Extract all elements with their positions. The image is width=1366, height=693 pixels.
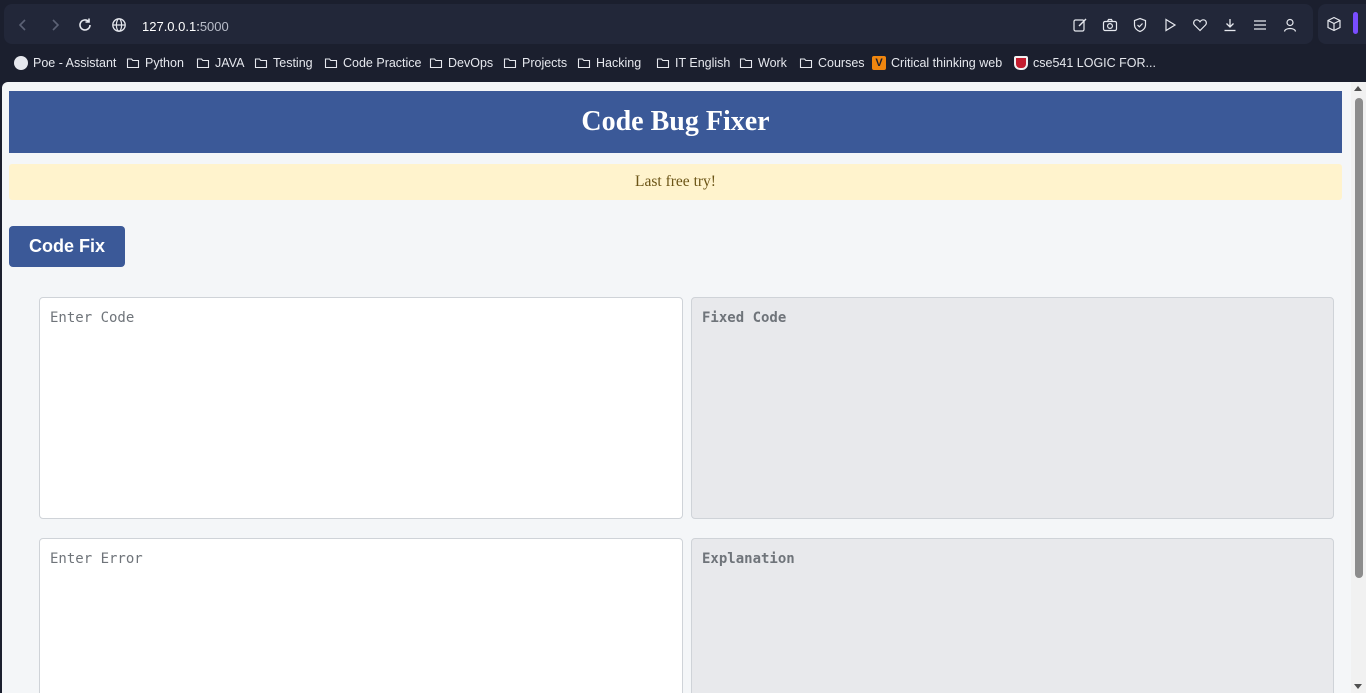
bookmark-label: Testing xyxy=(273,56,313,70)
address-bar-container: 127.0.0.1:5000 xyxy=(4,4,1313,44)
heart-icon[interactable] xyxy=(1192,17,1208,33)
fixed-code-output[interactable] xyxy=(691,297,1334,519)
play-icon[interactable] xyxy=(1162,17,1178,33)
folder-icon xyxy=(429,56,443,70)
edit-icon[interactable] xyxy=(1072,17,1088,33)
extensions-area xyxy=(1318,4,1366,44)
v-logo-icon: V xyxy=(872,56,886,70)
bookmark-hacking[interactable]: Hacking xyxy=(577,55,641,71)
folder-icon xyxy=(503,56,517,70)
page-scrollbar[interactable] xyxy=(1351,82,1366,693)
folder-icon xyxy=(126,56,140,70)
bookmark-courses[interactable]: Courses xyxy=(799,55,865,71)
bookmark-code-practice[interactable]: Code Practice xyxy=(324,55,422,71)
folder-icon xyxy=(739,56,753,70)
code-fix-button[interactable]: Code Fix xyxy=(9,226,125,267)
bookmarks-bar: Poe - Assistant Python JAVA Testing Code… xyxy=(0,46,1366,80)
back-icon[interactable] xyxy=(14,16,32,34)
bookmark-label: Code Practice xyxy=(343,56,422,70)
folder-icon xyxy=(196,56,210,70)
bookmark-projects[interactable]: Projects xyxy=(503,55,567,71)
explanation-output[interactable] xyxy=(691,538,1334,693)
bookmark-critical-thinking[interactable]: V Critical thinking web xyxy=(872,55,1002,71)
bookmark-label: cse541 LOGIC FOR... xyxy=(1033,56,1156,70)
bookmark-it-english[interactable]: IT English xyxy=(656,55,730,71)
menu-icon[interactable] xyxy=(1252,17,1268,33)
bookmark-label: DevOps xyxy=(448,56,494,70)
folder-icon xyxy=(324,56,338,70)
scroll-thumb[interactable] xyxy=(1355,98,1363,578)
url-port: 5000 xyxy=(199,19,229,34)
bookmark-python[interactable]: Python xyxy=(126,55,184,71)
shield-logo-icon xyxy=(1014,56,1028,70)
folder-icon xyxy=(799,56,813,70)
url-field[interactable]: 127.0.0.1:5000 xyxy=(142,19,229,34)
browser-toolbar: 127.0.0.1:5000 xyxy=(0,0,1366,46)
page-viewport: Code Bug Fixer Last free try! Code Fix xyxy=(2,82,1351,693)
folder-icon xyxy=(577,56,591,70)
free-try-notice: Last free try! xyxy=(9,164,1342,200)
folder-icon xyxy=(656,56,670,70)
profile-icon[interactable] xyxy=(1282,17,1298,33)
error-input[interactable] xyxy=(39,538,683,693)
sidebar-toggle[interactable] xyxy=(1353,12,1358,34)
bookmark-label: Projects xyxy=(522,56,568,70)
bookmark-cse541[interactable]: cse541 LOGIC FOR... xyxy=(1014,55,1156,71)
camera-icon[interactable] xyxy=(1102,17,1118,33)
download-icon[interactable] xyxy=(1222,17,1238,33)
scroll-down-arrow-icon[interactable] xyxy=(1354,684,1362,689)
forward-icon[interactable] xyxy=(46,16,64,34)
page-title: Code Bug Fixer xyxy=(581,106,770,137)
bookmark-testing[interactable]: Testing xyxy=(254,55,313,71)
bookmark-java[interactable]: JAVA xyxy=(196,55,244,71)
shield-check-icon[interactable] xyxy=(1132,17,1148,33)
poe-icon xyxy=(14,56,28,70)
bookmark-label: JAVA xyxy=(215,56,245,70)
reload-icon[interactable] xyxy=(76,16,94,34)
folder-icon xyxy=(254,56,268,70)
bookmark-label: Python xyxy=(145,56,184,70)
code-input[interactable] xyxy=(39,297,683,519)
bookmark-label: Courses xyxy=(818,56,865,70)
cube-icon[interactable] xyxy=(1325,15,1343,33)
bookmark-label: Critical thinking web xyxy=(891,56,1003,70)
bookmark-devops[interactable]: DevOps xyxy=(429,55,493,71)
scroll-up-arrow-icon[interactable] xyxy=(1354,86,1362,91)
bookmark-label: IT English xyxy=(675,56,731,70)
bookmark-label: Work xyxy=(758,56,787,70)
bookmark-label: Hacking xyxy=(596,56,642,70)
bookmark-poe[interactable]: Poe - Assistant xyxy=(14,55,116,71)
globe-icon[interactable] xyxy=(110,16,128,34)
url-host: 127.0.0.1: xyxy=(142,19,200,34)
bookmark-work[interactable]: Work xyxy=(739,55,787,71)
bookmark-label: Poe - Assistant xyxy=(33,56,117,70)
page-header: Code Bug Fixer xyxy=(9,91,1342,153)
